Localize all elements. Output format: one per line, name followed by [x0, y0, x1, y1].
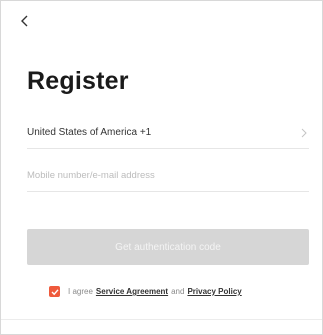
agree-checkbox[interactable]: [49, 286, 60, 297]
country-selector[interactable]: United States of America +1: [27, 117, 309, 149]
back-button[interactable]: [15, 11, 35, 31]
chevron-right-icon: [299, 127, 309, 139]
country-label: United States of America +1: [27, 127, 152, 138]
agree-prefix: I agree: [68, 287, 93, 296]
chevron-left-icon: [21, 15, 28, 27]
page-title: Register: [27, 67, 129, 95]
agree-conjunction: and: [171, 287, 185, 296]
account-field-wrapper: [27, 160, 309, 192]
get-auth-code-button[interactable]: Get authentication code: [27, 229, 309, 265]
bottom-divider: [1, 319, 322, 320]
register-screen: Register United States of America +1 Get…: [0, 0, 323, 335]
privacy-policy-link[interactable]: Privacy Policy: [187, 287, 241, 296]
checkmark-icon: [51, 288, 59, 295]
service-agreement-link[interactable]: Service Agreement: [96, 287, 168, 296]
agreement-row: I agree Service Agreement and Privacy Po…: [49, 286, 242, 297]
account-input[interactable]: [27, 160, 309, 191]
